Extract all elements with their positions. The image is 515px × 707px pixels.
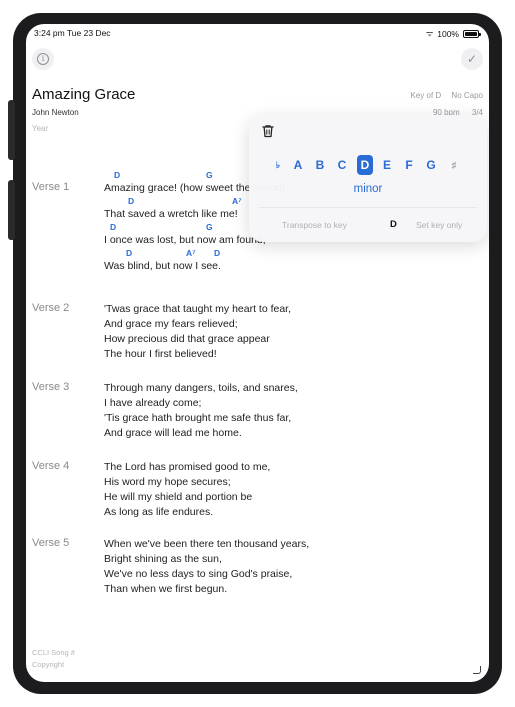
chord[interactable]: G [206,170,213,181]
trash-icon[interactable] [260,123,276,139]
note-button-e[interactable]: E [380,155,394,175]
lyric-line: I have already come; [104,397,202,409]
chord[interactable]: A⁷ [186,248,196,259]
checkmark-icon: ✓ [466,52,478,66]
lyric-line: The hour I first believed! [104,348,217,360]
minor-toggle[interactable]: minor [249,183,487,195]
info-icon: i [37,53,49,65]
chord[interactable]: D [114,170,120,181]
transpose-to-key-button[interactable]: Transpose to key [282,220,347,230]
verse-body[interactable]: 'Twas grace that taught my heart to fear… [104,302,464,362]
chord[interactable]: G [206,222,213,233]
lyric-line: Was blind, but now I see. [104,260,221,272]
copyright-field[interactable]: Copyright [32,660,64,669]
screen: 3:24 pm Tue 23 Dec ᯤ 100% i ✓ Amazing Gr… [26,24,489,682]
battery-icon [463,29,481,38]
note-button-a[interactable]: A [291,155,305,175]
chord[interactable]: D [126,248,132,259]
lyric-line: 'Tis grace hath brought me safe thus far… [104,412,292,424]
song-key[interactable]: Key of D [411,91,442,100]
info-button[interactable]: i [32,48,54,70]
song-title[interactable]: Amazing Grace [32,86,135,103]
flat-button[interactable]: ♭ [273,155,283,175]
verse-label: Verse 3 [32,381,70,393]
status-indicators: ᯤ 100% [425,28,481,39]
lyric-line: As long as life endures. [104,506,214,518]
note-button-c[interactable]: C [335,155,349,175]
wifi-icon: ᯤ [425,29,434,38]
lyric-line: He will my shield and portion be [104,491,253,503]
note-selector: ♭ A B C D E F G ♯ [249,155,487,175]
resize-handle[interactable] [473,666,481,674]
chord[interactable]: D [128,196,134,207]
set-key-only-button[interactable]: Set key only [416,220,462,230]
ccli-field[interactable]: CCLI Song # [32,648,75,657]
lyric-line: Through many dangers, toils, and snares, [104,382,298,394]
lyric-line: We've no less days to sing God's praise, [104,568,293,580]
song-year-field[interactable]: Year [32,124,48,133]
divider [259,207,477,208]
chord-line: D A⁷ D [104,248,464,259]
done-button[interactable]: ✓ [461,48,483,70]
verse-body[interactable]: When we've been there ten thousand years… [104,537,464,597]
chord[interactable]: D [214,248,220,259]
note-button-d[interactable]: D [357,155,373,175]
chord[interactable]: D [110,222,116,233]
key-picker-popover: ♭ A B C D E F G ♯ minor Transpose to key… [249,115,487,242]
lyric-line: When we've been there ten thousand years… [104,538,310,550]
status-time: 3:24 pm Tue 23 Dec [34,28,111,38]
transpose-key-value: D [390,219,397,230]
song-capo[interactable]: No Capo [451,91,483,100]
lyric-line: The Lord has promised good to me, [104,461,271,473]
volume-down-button [8,180,15,240]
lyric-line: Bright shining as the sun, [104,553,222,565]
battery-percent: 100% [437,28,459,39]
note-button-g[interactable]: G [424,155,438,175]
verse-label: Verse 4 [32,460,70,472]
note-button-f[interactable]: F [402,155,416,175]
verse-body[interactable]: The Lord has promised good to me, His wo… [104,460,464,520]
lyric-line: Than when we first begun. [104,583,228,595]
chord[interactable]: A⁷ [232,196,242,207]
sharp-button[interactable]: ♯ [449,155,459,175]
verse-body[interactable]: Through many dangers, toils, and snares,… [104,381,464,441]
verse-label: Verse 2 [32,302,70,314]
volume-up-button [8,100,15,160]
lyric-line: How precious did that grace appear [104,333,270,345]
key-info[interactable]: Key of D No Capo [411,91,484,100]
lyric-line: 'Twas grace that taught my heart to fear… [104,303,292,315]
song-author[interactable]: John Newton [32,108,79,117]
verse-label: Verse 5 [32,537,70,549]
note-button-b[interactable]: B [313,155,327,175]
lyric-line: And grace my fears relieved; [104,318,238,330]
verse-label: Verse 1 [32,181,70,193]
lyric-line: His word my hope secures; [104,476,231,488]
lyric-line: And grace will lead me home. [104,427,242,439]
